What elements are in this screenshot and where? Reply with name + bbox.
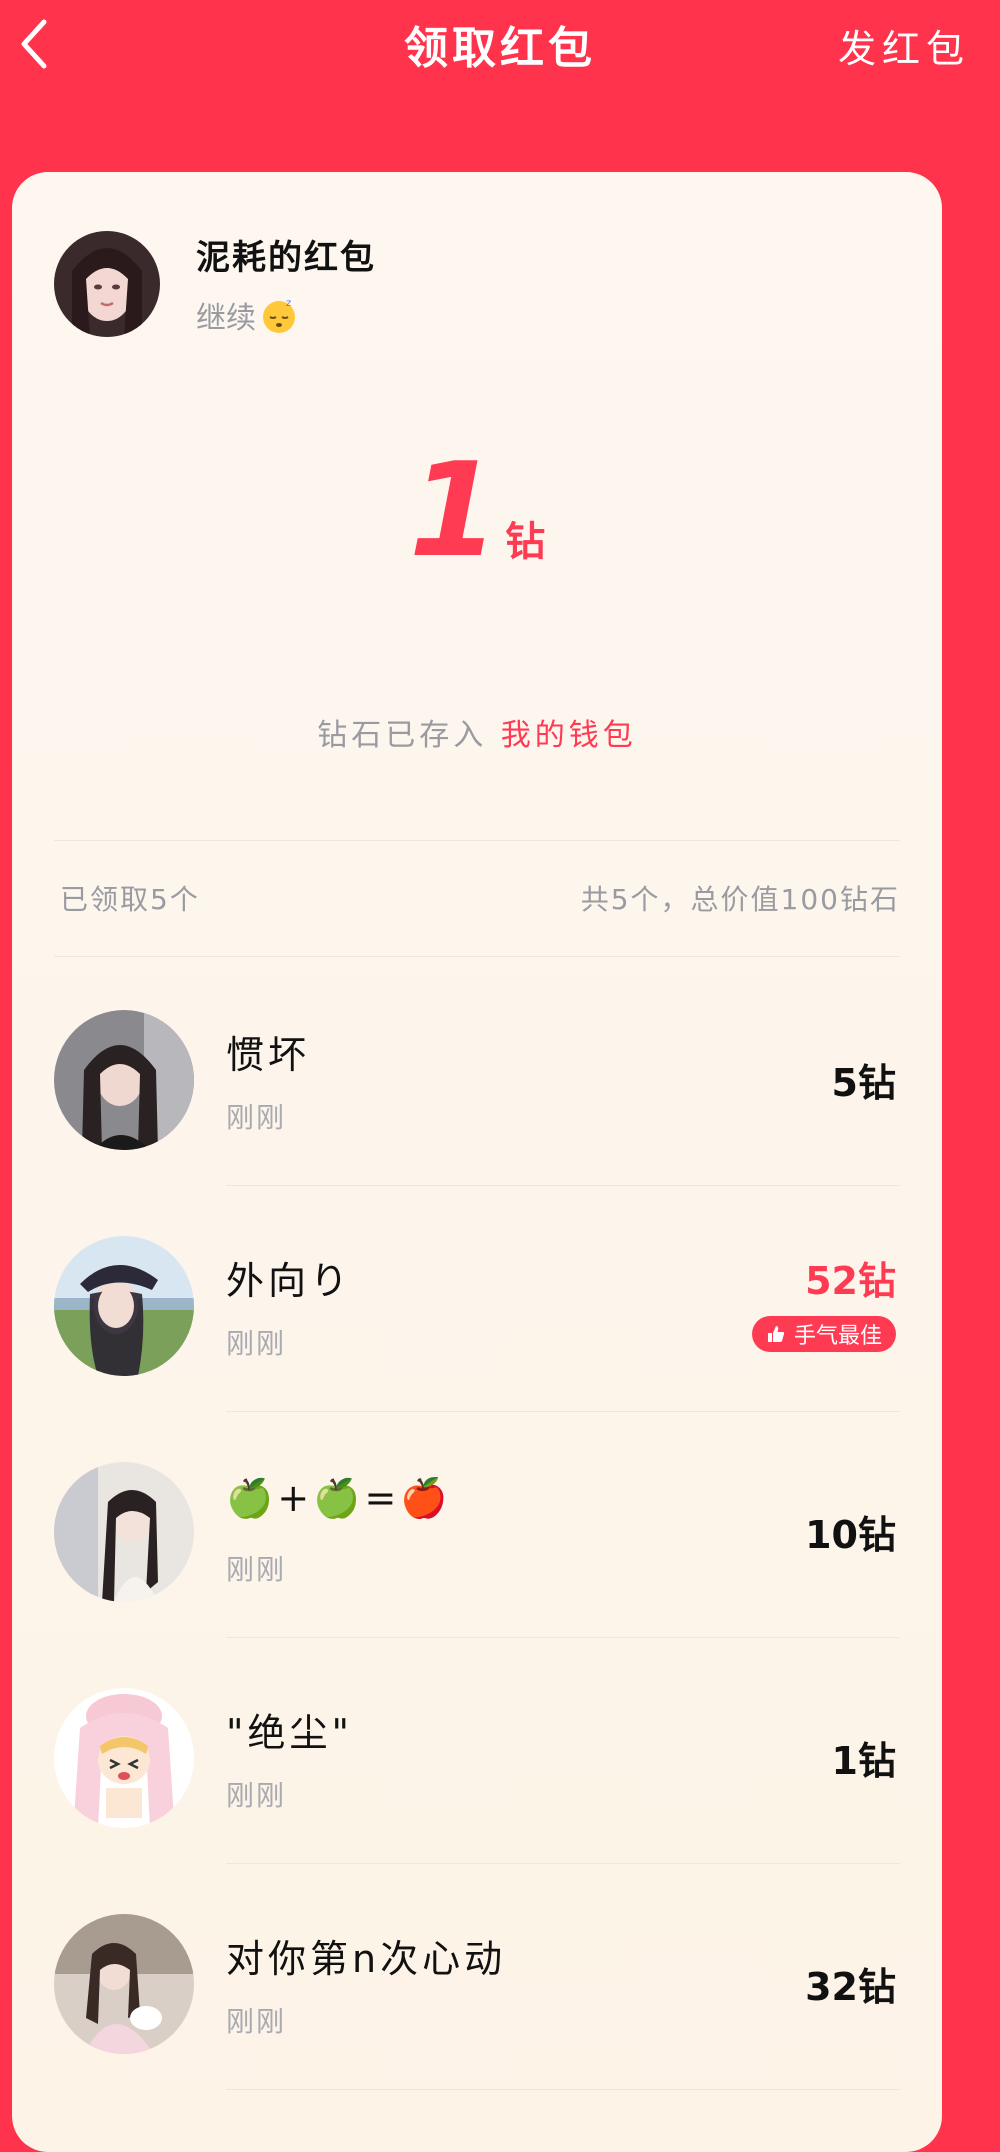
receive-amount: 52钻 bbox=[805, 1259, 896, 1303]
amount-value: 1 bbox=[408, 434, 500, 586]
sender-info: 泥耗的红包 继续 z bbox=[54, 230, 376, 337]
sender-message-text: 继续 bbox=[196, 301, 256, 336]
receiver-name: 惯坏 bbox=[226, 1033, 311, 1077]
best-luck-label: 手气最佳 bbox=[793, 1324, 882, 1349]
best-luck-badge: 手气最佳 bbox=[751, 1316, 896, 1352]
receiver-avatar[interactable] bbox=[54, 1010, 194, 1150]
receiver-avatar[interactable] bbox=[54, 1688, 194, 1828]
receive-time: 刚刚 bbox=[226, 1327, 287, 1360]
receive-amount: 32钻 bbox=[805, 1965, 896, 2009]
sender-avatar[interactable] bbox=[54, 230, 160, 337]
list-item[interactable]: 惯坏 刚刚 5钻 bbox=[12, 960, 942, 1186]
receiver-name: 外向り bbox=[226, 1259, 353, 1303]
receiver-avatar[interactable] bbox=[54, 1462, 194, 1602]
receive-amount: 1钻 bbox=[831, 1739, 896, 1783]
sleeping-face-emoji: z bbox=[260, 296, 298, 334]
list-item[interactable]: 🍏+🍏=🍎 刚刚 10钻 bbox=[12, 1412, 942, 1638]
list-item[interactable]: 对你第n次心动 刚刚 32钻 bbox=[12, 1864, 942, 2090]
divider bbox=[54, 840, 900, 841]
received-count: 已领取5个 bbox=[60, 883, 200, 916]
divider bbox=[54, 956, 900, 957]
thumbs-up-icon bbox=[767, 1326, 785, 1342]
send-red-packet-button[interactable]: 发红包 bbox=[838, 18, 970, 73]
receiver-name: "绝尘" bbox=[226, 1711, 353, 1755]
receive-amount: 10钻 bbox=[805, 1513, 896, 1557]
amount-unit: 钻 bbox=[505, 519, 546, 565]
receiver-name: 🍏+🍏=🍎 bbox=[226, 1476, 452, 1520]
top-bar: 领取红包 发红包 bbox=[0, 0, 1000, 90]
sender-name: 泥耗的红包 bbox=[196, 238, 376, 278]
svg-text:z: z bbox=[286, 298, 291, 309]
my-wallet-link[interactable]: 我的钱包 bbox=[501, 718, 637, 753]
receive-time: 刚刚 bbox=[226, 1101, 287, 1134]
wallet-note-text: 钻石已存入 bbox=[317, 718, 488, 753]
receive-amount: 5钻 bbox=[831, 1061, 896, 1105]
sender-message: 继续 z bbox=[196, 293, 376, 337]
receiver-list: 惯坏 刚刚 5钻 外向り 刚刚 52钻 手气最佳 🍏+🍏=🍎 刚刚 10钻 "绝… bbox=[12, 960, 942, 2090]
receive-time: 刚刚 bbox=[226, 1779, 287, 1812]
list-item[interactable]: 外向り 刚刚 52钻 手气最佳 bbox=[12, 1186, 942, 1412]
red-packet-card: 泥耗的红包 继续 z 1钻 钻石已存入 我的钱包 已领取5个 共5个，总价值10… bbox=[12, 172, 942, 2152]
wallet-note: 钻石已存入 我的钱包 bbox=[12, 710, 942, 754]
receive-time: 刚刚 bbox=[226, 2005, 287, 2038]
receiver-name: 对你第n次心动 bbox=[226, 1937, 507, 1981]
row-divider bbox=[226, 2089, 900, 2090]
list-item[interactable]: "绝尘" 刚刚 1钻 bbox=[12, 1638, 942, 1864]
total-value: 共5个，总价值100钻石 bbox=[580, 883, 900, 916]
received-amount: 1钻 bbox=[12, 434, 942, 586]
receive-time: 刚刚 bbox=[226, 1553, 287, 1586]
receiver-avatar[interactable] bbox=[54, 1236, 194, 1376]
receiver-avatar[interactable] bbox=[54, 1914, 194, 2054]
